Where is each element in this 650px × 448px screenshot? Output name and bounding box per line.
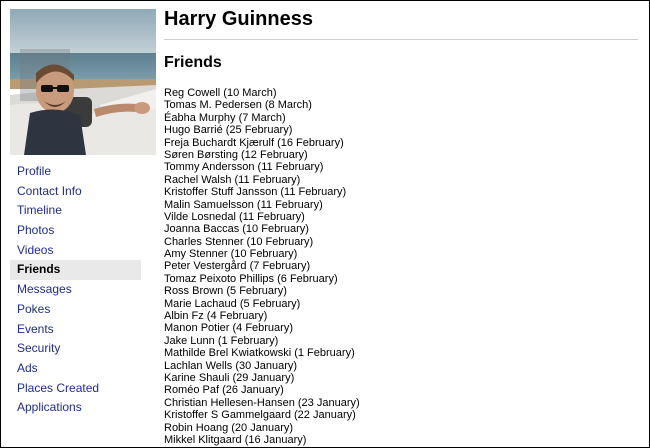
sidebar-item-events[interactable]: Events xyxy=(10,320,141,340)
sidebar-item-places-created[interactable]: Places Created xyxy=(10,379,141,399)
friend-list-item: Karine Shauli (29 January) xyxy=(164,371,295,384)
friend-list-item: Mikkel Klitgaard (16 January) xyxy=(164,433,307,446)
friend-list-item: Éabha Murphy (7 March) xyxy=(164,111,286,124)
friend-list-item: Charles Stenner (10 February) xyxy=(164,235,314,248)
sidebar-item-videos[interactable]: Videos xyxy=(10,241,141,261)
section-title: Friends xyxy=(164,54,222,71)
sidebar-item-friends[interactable]: Friends xyxy=(10,260,141,281)
friend-list-item: Kristoffer Stuff Jansson (11 February) xyxy=(164,186,347,199)
friend-list-item: Amy Stenner (10 February) xyxy=(164,248,298,261)
page-frame: Profile Contact Info Timeline Photos Vid… xyxy=(0,0,650,448)
sidebar-item-messages[interactable]: Messages xyxy=(10,280,141,300)
friend-list-item: Lachlan Wells (30 January) xyxy=(164,359,298,372)
friend-list-item: Roméo Paf (26 January) xyxy=(164,384,284,397)
friend-list-item: Tomas M. Pedersen (8 March) xyxy=(164,99,312,112)
sidebar-item-profile[interactable]: Profile xyxy=(10,162,141,182)
friends-list: Reg Cowell (10 March) Tomas M. Pedersen … xyxy=(164,87,360,446)
header-divider xyxy=(164,39,638,40)
profile-photo[interactable] xyxy=(10,9,156,155)
friend-list-item: Marie Lachaud (5 February) xyxy=(164,297,301,310)
sidebar-item-photos[interactable]: Photos xyxy=(10,221,141,241)
sidebar-item-timeline[interactable]: Timeline xyxy=(10,201,141,221)
friend-list-item: Tomaz Peixoto Phillips (6 February) xyxy=(164,272,338,285)
sidebar-item-security[interactable]: Security xyxy=(10,339,141,359)
friend-list-item: Malin Samuelsson (11 February) xyxy=(164,198,323,211)
friend-list-item: Jake Lunn (1 February) xyxy=(164,334,279,347)
friend-list-item: Rachel Walsh (11 February) xyxy=(164,173,301,186)
friend-list-item: Peter Vestergård (7 February) xyxy=(164,260,311,273)
sidebar-nav: Profile Contact Info Timeline Photos Vid… xyxy=(10,162,141,418)
profile-photo-image xyxy=(10,9,156,155)
friend-list-item: Vilde Losnedal (11 February) xyxy=(164,210,305,223)
sidebar-item-contact-info[interactable]: Contact Info xyxy=(10,182,141,202)
sidebar-item-ads[interactable]: Ads xyxy=(10,359,141,379)
friend-list-item: Ross Brown (5 February) xyxy=(164,285,287,298)
friend-list-item: Hugo Barrié (25 February) xyxy=(164,124,293,137)
friend-list-item: Tommy Andersson (11 February) xyxy=(164,161,324,174)
sidebar-item-pokes[interactable]: Pokes xyxy=(10,300,141,320)
friend-list-item: Reg Cowell (10 March) xyxy=(164,87,277,99)
friend-list-item: Søren Børsting (12 February) xyxy=(164,148,308,161)
friend-list-item: Manon Potier (4 February) xyxy=(164,322,293,335)
friend-list-item: Joanna Baccas (10 February) xyxy=(164,223,309,236)
friend-list-item: Robin Hoang (20 January) xyxy=(164,421,294,434)
friend-list-item: Mathilde Brel Kwiatkowski (1 February) xyxy=(164,347,355,360)
friend-list-item: Freja Buchardt Kjærulf (16 February) xyxy=(164,136,344,149)
friend-list-item: Kristoffer S Gammelgaard (22 January) xyxy=(164,409,356,422)
page-title: Harry Guinness xyxy=(164,8,313,30)
sidebar-item-applications[interactable]: Applications xyxy=(10,398,141,418)
friend-list-item: Christian Hellesen-Hansen (23 January) xyxy=(164,396,360,409)
friend-list-item: Albin Fz (4 February) xyxy=(164,310,268,323)
